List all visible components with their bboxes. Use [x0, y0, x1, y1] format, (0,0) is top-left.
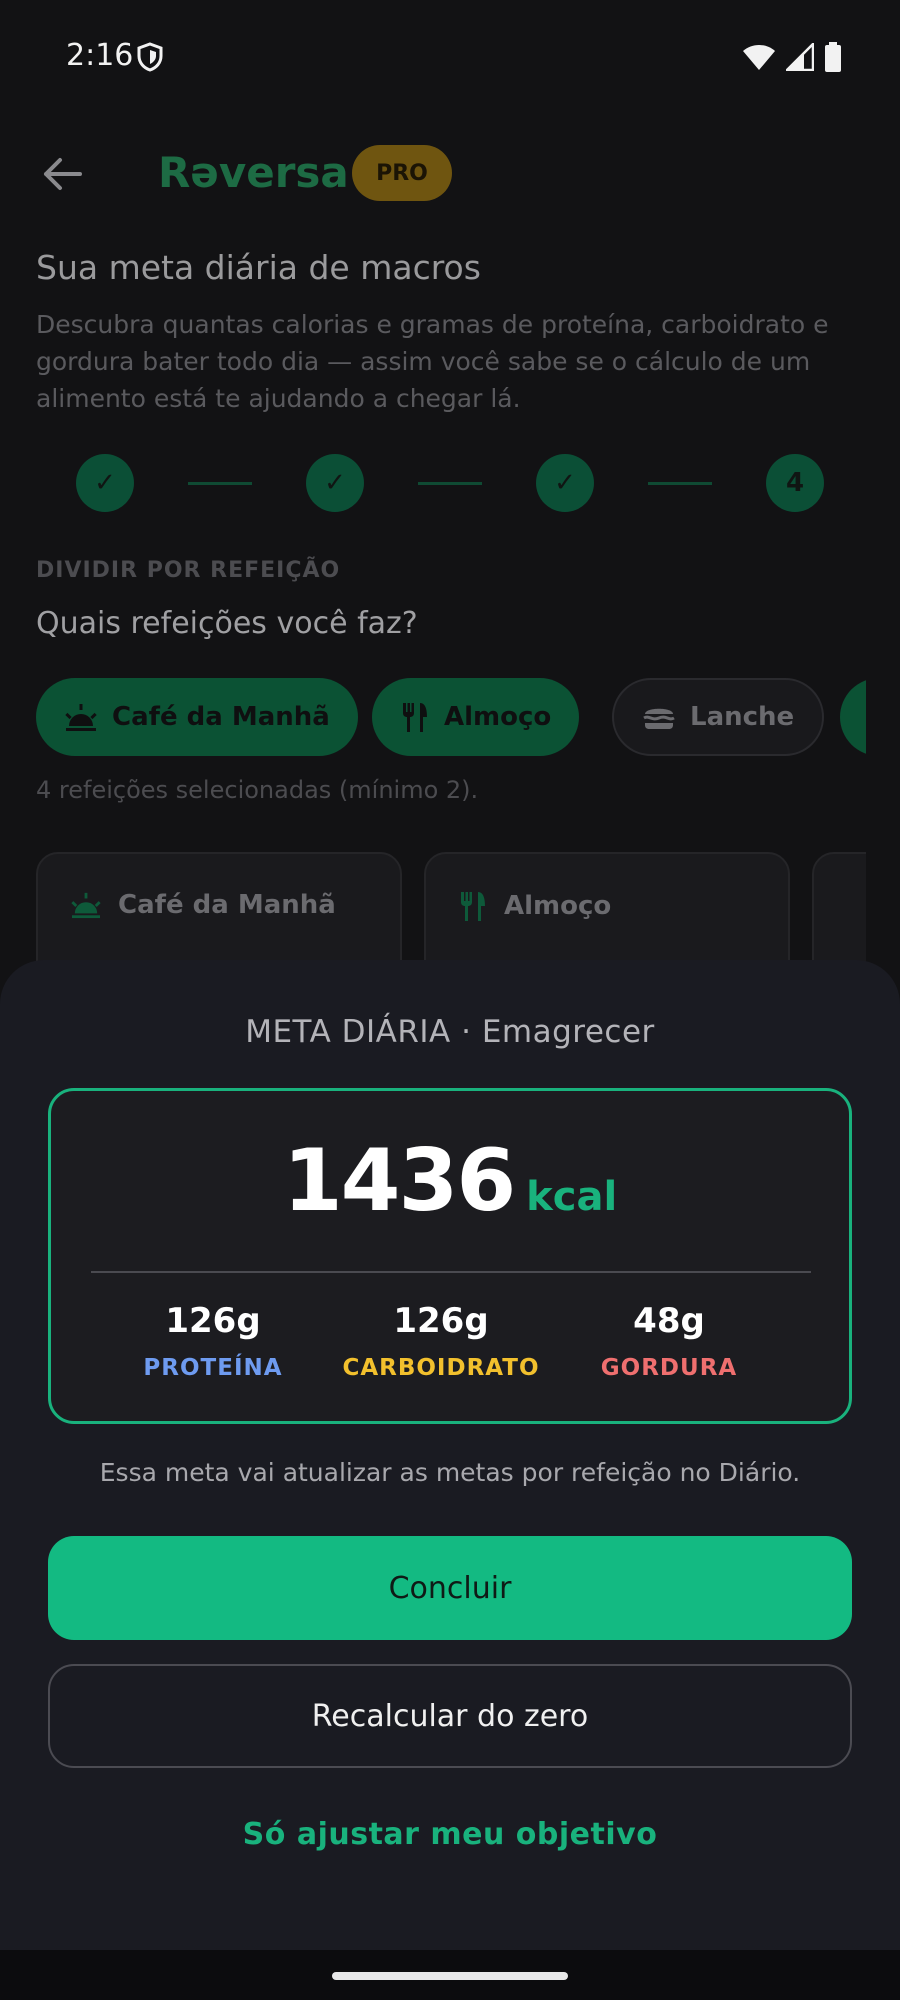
brand-logo: Rəversa	[158, 148, 349, 197]
goal-summary-card: 1436 kcal 126g PROTEÍNA 126g CARBOIDRATO…	[48, 1088, 852, 1424]
macro-carbs: 126g CARBOIDRATO	[321, 1301, 561, 1381]
macro-value: 126g	[393, 1301, 489, 1341]
calorie-goal: 1436 kcal	[51, 1131, 849, 1231]
recalculate-button[interactable]: Recalcular do zero	[48, 1664, 852, 1768]
app-screen: 2:16 Rəversa PRO Sua meta diária de macr…	[0, 0, 900, 2000]
chip-label: Almoço	[444, 702, 552, 732]
progress-stepper: ✓ ✓ ✓ 4	[76, 454, 826, 514]
back-arrow-icon[interactable]	[40, 152, 84, 196]
chip-label: Lanche	[690, 702, 795, 732]
fork-knife-icon	[403, 703, 427, 732]
status-bar: 2:16	[0, 0, 900, 110]
meal-card-more[interactable]	[812, 852, 866, 962]
macro-protein: 126g PROTEÍNA	[93, 1301, 333, 1381]
step-4: 4	[766, 454, 824, 512]
conclude-button[interactable]: Concluir	[48, 1536, 852, 1640]
meal-card-label: Almoço	[504, 891, 612, 921]
signal-icon	[786, 43, 814, 71]
burger-icon	[643, 708, 675, 729]
meal-cards: Café da Manhã Almoço	[36, 852, 866, 962]
chip-breakfast[interactable]: Café da Manhã	[36, 678, 358, 756]
macro-label: PROTEÍNA	[143, 1355, 283, 1381]
chip-more[interactable]	[840, 678, 866, 756]
app-header: Rəversa PRO	[0, 140, 900, 210]
selected-meals-note: 4 refeições selecionadas (mínimo 2).	[36, 776, 479, 804]
step-connector	[648, 482, 712, 485]
macro-fat: 48g GORDURA	[549, 1301, 789, 1381]
meal-card-breakfast[interactable]: Café da Manhã	[36, 852, 402, 962]
adjust-goal-link[interactable]: Só ajustar meu objetivo	[0, 1786, 900, 1882]
page-title: Sua meta diária de macros	[36, 248, 481, 287]
step-connector	[188, 482, 252, 485]
home-indicator[interactable]	[332, 1972, 568, 1980]
daily-goal-sheet: META DIÁRIA · Emagrecer 1436 kcal 126g P…	[0, 960, 900, 1950]
kcal-value: 1436	[282, 1131, 516, 1231]
meal-chips: Café da Manhã Almoço Lanche	[36, 678, 866, 758]
sheet-note: Essa meta vai atualizar as metas por ref…	[99, 1458, 801, 1487]
step-2: ✓	[306, 454, 364, 512]
pro-badge[interactable]: PRO	[352, 145, 452, 201]
macro-value: 126g	[165, 1301, 261, 1341]
section-question: Quais refeições você faz?	[36, 606, 418, 641]
macro-label: GORDURA	[600, 1355, 738, 1381]
macro-label: CARBOIDRATO	[342, 1355, 540, 1381]
wifi-icon	[743, 45, 775, 70]
shield-icon	[137, 42, 163, 72]
divider	[91, 1271, 811, 1273]
battery-icon	[825, 42, 841, 72]
step-3: ✓	[536, 454, 594, 512]
chip-label: Café da Manhã	[112, 702, 330, 732]
step-1: ✓	[76, 454, 134, 512]
kcal-unit: kcal	[526, 1174, 618, 1220]
meal-card-title: Almoço	[458, 890, 611, 922]
sunrise-icon	[65, 704, 97, 731]
meal-card-label: Café da Manhã	[118, 890, 336, 920]
meal-card-lunch[interactable]: Almoço	[424, 852, 790, 962]
status-time: 2:16	[66, 38, 134, 73]
meal-card-title: Café da Manhã	[70, 890, 336, 920]
status-icons	[742, 42, 842, 72]
page-description: Descubra quantas calorias e gramas de pr…	[36, 310, 829, 413]
chip-lunch[interactable]: Almoço	[372, 678, 580, 756]
section-label: DIVIDIR POR REFEIÇÃO	[36, 558, 341, 583]
sheet-title: META DIÁRIA · Emagrecer	[245, 1014, 655, 1050]
macro-value: 48g	[633, 1301, 705, 1341]
fork-knife-icon	[461, 892, 485, 921]
chip-snack[interactable]: Lanche	[612, 678, 825, 756]
step-connector	[418, 482, 482, 485]
sunrise-icon	[71, 892, 101, 919]
